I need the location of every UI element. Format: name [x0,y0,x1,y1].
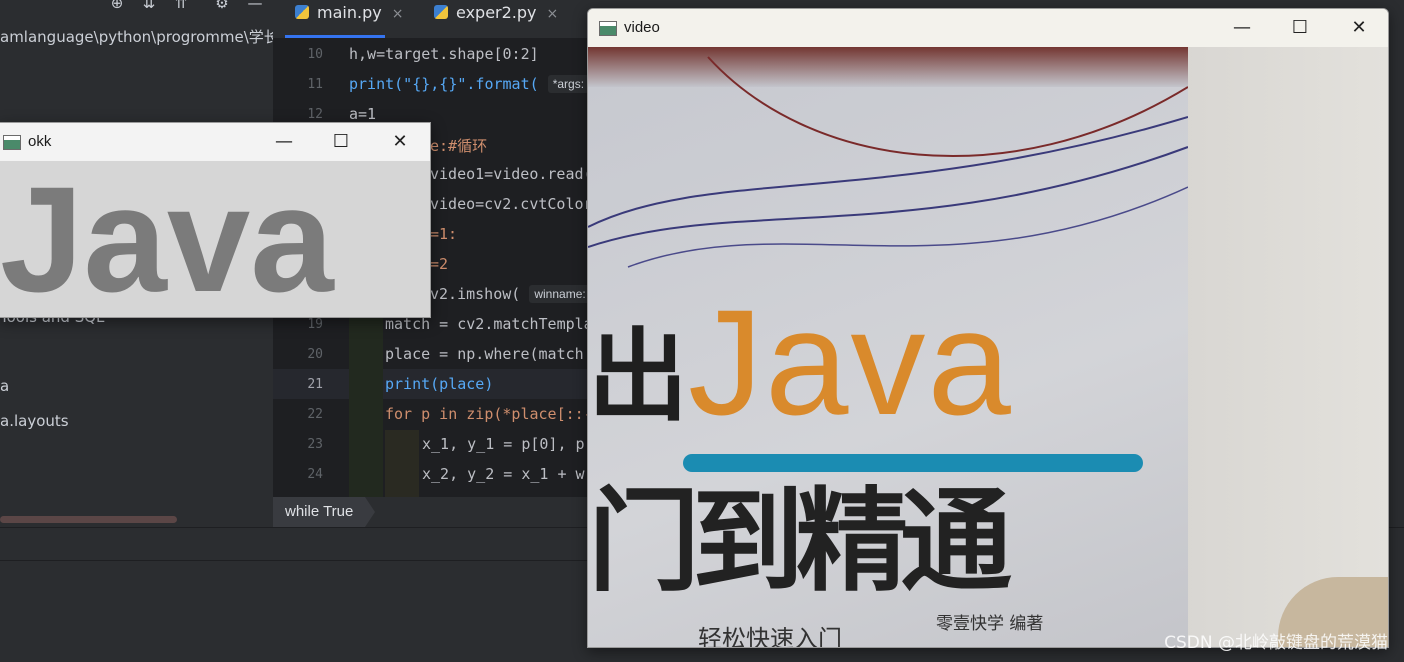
line-number: 22 [307,407,323,422]
line-number: 12 [307,107,323,122]
video-window: video — ☐ ✕ 出 Java 门到精通 轻松快速入门 零壹快学 编著 [587,8,1389,648]
minimize-button[interactable]: — [1219,9,1265,47]
code-line[interactable]: video=cv2.cvtColor [430,195,593,213]
close-tab-icon[interactable]: × [547,6,559,22]
tab-exper2-label: exper2.py [456,3,537,22]
code-line[interactable]: x_1, y_1 = p[0], p[ [422,435,594,453]
maximize-button[interactable]: ☐ [1277,9,1323,47]
python-file-icon [295,5,309,19]
breadcrumb[interactable]: while True [273,497,366,527]
code-line[interactable]: print("{},{}".format( *args: [349,75,590,93]
line-number: 24 [307,467,323,482]
template-image-text: Java [0,155,334,318]
collapse-icon[interactable]: ⇊ [140,0,158,12]
code-text: v2.imshow( [430,285,530,303]
indent-block [349,310,383,498]
title-underline [683,454,1143,472]
window-title: okk [28,133,52,150]
app-icon [3,135,21,150]
code-text: e:#循环 [430,137,488,155]
code-line[interactable]: place = np.where(match [385,345,584,363]
bottom-divider [0,560,588,561]
book-subtitle: 轻松快速入门 [698,625,842,647]
code-text: =2 [430,255,449,273]
breadcrumb-arrow [365,497,375,527]
python-file-icon [434,5,448,19]
tab-main-py[interactable]: main.py × [295,0,403,36]
code-line[interactable]: =1: [430,225,457,243]
code-line[interactable]: h,w=target.shape[0:2] [349,45,539,63]
add-icon[interactable]: ⊕ [108,0,126,12]
horizontal-scrollbar[interactable] [0,516,177,523]
book-title-char: 出 [588,318,688,435]
tree-item-a[interactable]: a [0,377,9,395]
code-text: for p in zip(*place[::- [385,405,593,423]
code-line[interactable]: video1=video.read( [430,165,593,183]
book-author: 零壹快学 编著 [936,614,1044,634]
line-number: 20 [307,347,323,362]
okk-image: Java [0,161,430,317]
watermark: CSDN @北岭敲键盘的荒漠猫 [1164,633,1388,653]
book-title-chinese: 门到精通 [588,477,1012,607]
line-number: 10 [307,47,323,62]
window-title: video [624,19,660,36]
parameter-hint: *args: [547,75,590,93]
book-title-java: Java [688,278,1013,446]
tab-main-label: main.py [317,3,382,22]
code-line[interactable]: =2 [430,255,448,273]
code-line[interactable]: print(place) [385,375,493,393]
code-text: =1: [430,225,458,243]
parameter-hint: winname: [529,285,591,303]
video-frame: 出 Java 门到精通 轻松快速入门 零壹快学 编著 [588,47,1388,647]
code-text: print(place) [385,375,494,393]
close-button[interactable]: ✕ [377,123,423,161]
line-number: 19 [307,317,323,332]
indent-block [385,430,419,498]
line-number: 23 [307,437,323,452]
code-line[interactable]: x_2, y_2 = x_1 + w, [422,465,594,483]
project-path[interactable]: amlanguage\python\progromme\学长 [0,26,279,47]
minimize-panel-icon[interactable]: — [246,0,264,12]
code-line[interactable]: v2.imshow( winname: [430,285,591,303]
line-number: 21 [307,377,323,392]
gear-icon[interactable]: ⚙ [213,0,231,12]
video-titlebar[interactable] [588,9,1388,47]
tab-exper2-py[interactable]: exper2.py × [434,0,558,36]
background-wall [1178,47,1388,647]
code-line[interactable]: for p in zip(*place[::- [385,405,593,423]
close-tab-icon[interactable]: × [392,6,404,22]
line-number: 11 [307,77,323,92]
app-icon [599,21,617,36]
code-text: print("{},{}".format( [349,75,548,93]
code-line[interactable]: a=1 [349,105,376,123]
tree-item-a-layouts[interactable]: a.layouts [0,412,69,430]
close-button[interactable]: ✕ [1336,9,1382,47]
code-line[interactable]: e:#循环 [430,135,487,156]
expand-icon[interactable]: ⇈ [172,0,190,12]
okk-window: okk — ☐ ✕ Java [0,122,431,318]
